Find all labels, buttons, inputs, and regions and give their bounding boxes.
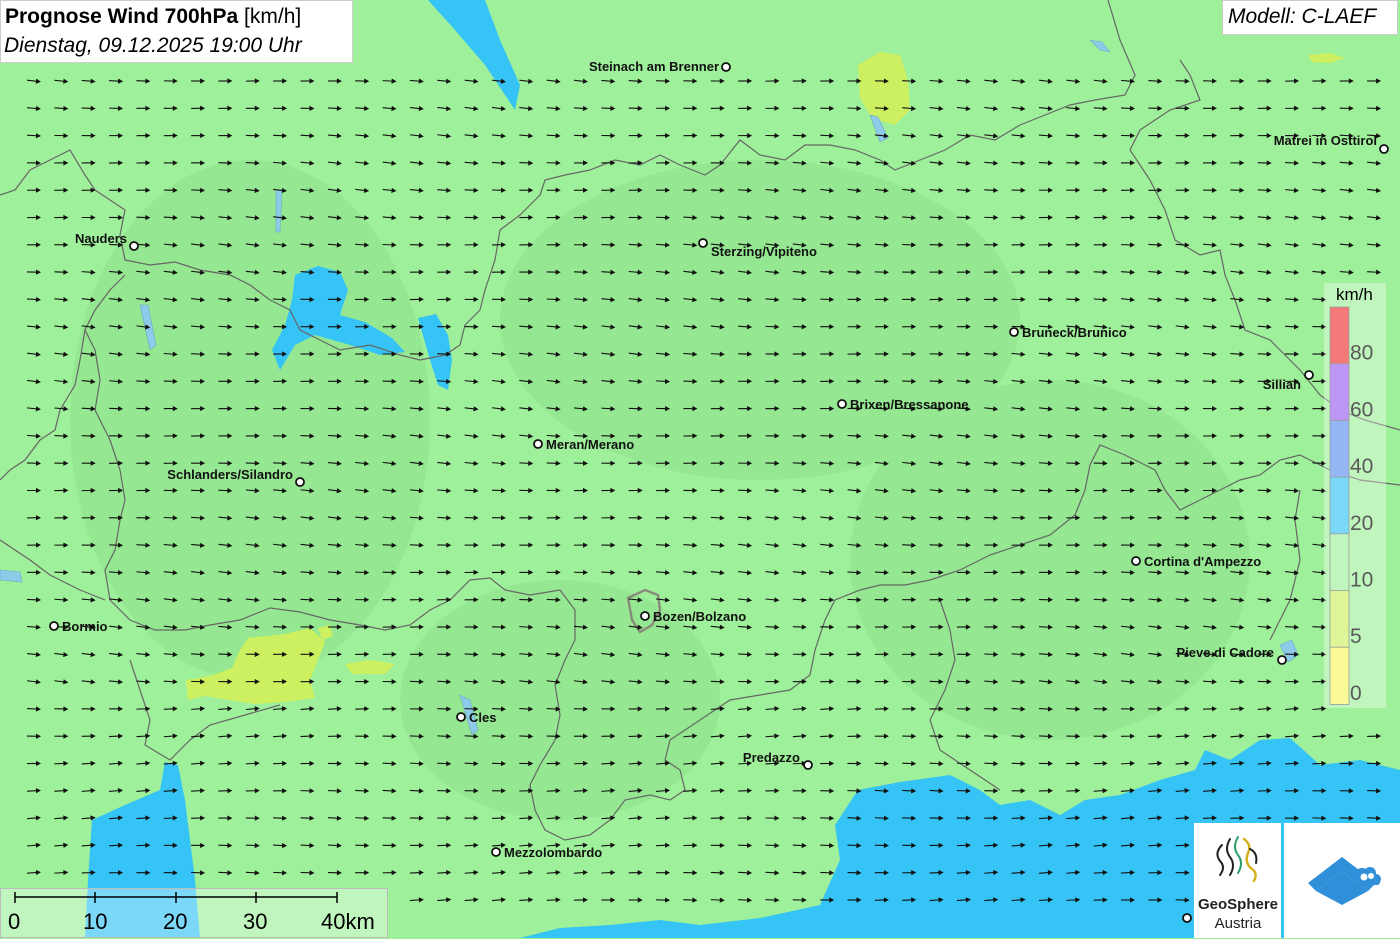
place-label: Sterzing/Vipiteno — [711, 244, 817, 259]
place-label: Brixen/Bressanone — [850, 397, 969, 412]
scale-label: 30 — [243, 909, 267, 935]
place-bruneck-brunico[interactable]: Bruneck/Brunico — [1010, 325, 1127, 340]
city-marker-icon — [722, 63, 730, 71]
lake — [0, 570, 22, 582]
place-meran-merano[interactable]: Meran/Merano — [534, 437, 634, 452]
scale-label: 0 — [8, 909, 20, 935]
geosphere-logo-icon — [1194, 823, 1281, 893]
city-marker-icon — [641, 612, 649, 620]
title-panel: Prognose Wind 700hPa [km/h] Dienstag, 09… — [0, 0, 353, 63]
geosphere-austria-logo[interactable]: GeoSphere Austria — [1194, 823, 1281, 938]
place-label: Sillian — [1263, 377, 1301, 392]
model-label: Modell: C-LAEF — [1228, 5, 1376, 29]
map-title-unit: [km/h] — [244, 5, 301, 28]
scale-label: 20 — [163, 909, 187, 935]
scale-label: 10 — [83, 909, 107, 935]
cloud-logo-icon — [1284, 823, 1400, 938]
city-marker-icon — [130, 242, 138, 250]
place-mezzolombardo[interactable]: Mezzolombardo — [492, 845, 602, 860]
place-steinach-am-brenner[interactable]: Steinach am Brenner — [589, 59, 730, 74]
place-cortina-d-ampezzo[interactable]: Cortina d'Ampezzo — [1132, 554, 1261, 569]
city-marker-icon — [50, 622, 58, 630]
forecast-map: Steinach am Brenner Matrei in Osttirol N… — [0, 0, 1400, 938]
city-marker-icon — [804, 761, 812, 769]
city-marker-icon — [699, 239, 707, 247]
geosphere-name: GeoSphere — [1195, 896, 1281, 913]
city-marker-icon — [1132, 557, 1140, 565]
city-marker-icon — [492, 848, 500, 856]
place-label: Meran/Merano — [546, 437, 634, 452]
place-label: Bozen/Bolzano — [653, 609, 746, 624]
place-label: Bormio — [62, 619, 108, 634]
city-marker-icon — [296, 478, 304, 486]
place-label: Mezzolombardo — [504, 845, 602, 860]
scale-bar: 0 10 20 30 40km — [0, 888, 388, 938]
city-marker-icon — [1305, 371, 1313, 379]
city-marker-icon — [838, 400, 846, 408]
place-label: Steinach am Brenner — [589, 59, 719, 74]
place-brixen-bressanone[interactable]: Brixen/Bressanone — [838, 397, 969, 412]
place-label: Cortina d'Ampezzo — [1144, 554, 1261, 569]
place-bozen-bolzano[interactable]: Bozen/Bolzano — [641, 609, 746, 624]
city-marker-icon — [457, 713, 465, 721]
place-label: Cles — [469, 710, 496, 725]
city-marker-icon — [534, 440, 542, 448]
partner-logo[interactable] — [1284, 823, 1400, 938]
place-label: Nauders — [75, 231, 127, 246]
place-label: Pieve di Cadore — [1176, 645, 1274, 660]
place-label: Schlanders/Silandro — [167, 467, 293, 482]
legend-unit: km/h — [1336, 285, 1373, 305]
geosphere-country: Austria — [1195, 915, 1281, 932]
map-title-main: Prognose Wind 700hPa — [5, 5, 238, 28]
city-marker-icon — [1380, 145, 1388, 153]
scale-label: 40km — [321, 909, 375, 935]
city-marker-icon — [1183, 914, 1191, 922]
city-marker-icon — [1278, 656, 1286, 664]
model-panel: Modell: C-LAEF — [1222, 0, 1398, 35]
forecast-datetime: Dienstag, 09.12.2025 19:00 Uhr — [4, 34, 302, 58]
place-label: Matrei in Osttirol — [1274, 133, 1377, 148]
place-label: Bruneck/Brunico — [1022, 325, 1127, 340]
place-label: Predazzo — [743, 750, 800, 765]
map-title: Prognose Wind 700hPa [km/h] — [5, 5, 301, 29]
legend: km/h — [1324, 283, 1386, 708]
city-marker-icon — [1010, 328, 1018, 336]
